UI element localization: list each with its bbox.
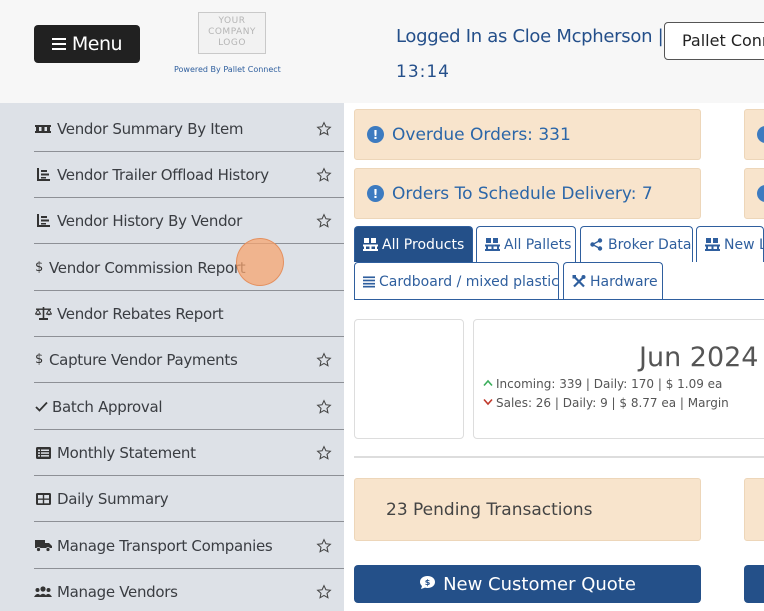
tab-all-products[interactable]: All Products [354, 226, 473, 262]
tab-label: All Products [382, 236, 465, 253]
star-icon[interactable] [316, 212, 332, 229]
orders-to-schedule-alert[interactable]: ! Orders To Schedule Delivery: 7 [354, 168, 701, 219]
tab-new[interactable]: New L [696, 226, 764, 262]
pending-transactions-card[interactable]: 23 Pending Transactions [354, 478, 701, 541]
logged-in-text: Logged In as Cloe Mcpherson | [396, 26, 664, 47]
exclamation-icon: ! [367, 126, 384, 143]
star-icon[interactable] [316, 398, 332, 415]
menu-button[interactable]: Menu [34, 25, 140, 63]
sidebar-item-vendor-rebates-report[interactable]: Vendor Rebates Report [34, 291, 344, 337]
quote-button-partial[interactable] [744, 565, 764, 603]
header-bar: Menu YOUR COMPANY LOGO Powered By Pallet C… [0, 0, 764, 103]
tab-label: Cardboard / mixed plastic [379, 273, 559, 290]
tab-label: Hardware [590, 273, 658, 290]
sidebar-item-monthly-statement[interactable]: Monthly Statement [34, 430, 344, 476]
sidebar-item-label: Manage Vendors [57, 582, 178, 601]
alert-card-partial[interactable] [744, 168, 764, 219]
sidebar-item-vendor-commission-report[interactable]: $ Vendor Commission Report [34, 245, 344, 291]
tab-label: New L [724, 236, 764, 253]
balance-scale-icon [34, 307, 52, 320]
sidebar-item-label: Vendor Rebates Report [57, 304, 224, 323]
incoming-text: Incoming: 339 | Daily: 170 | $ 1.09 ea [496, 377, 723, 391]
menu-label: Menu [71, 33, 123, 55]
dollar-icon: $ [35, 260, 43, 275]
exclamation-icon [757, 126, 764, 143]
clock-time: 13:14 [396, 62, 450, 82]
sidebar-item-label: Vendor History By Vendor [57, 211, 243, 230]
sidebar-item-vendor-trailer-offload-history[interactable]: Vendor Trailer Offload History [34, 152, 344, 198]
tab-cardboard-mixed-plastic[interactable]: Cardboard / mixed plastic [354, 262, 559, 300]
sidebar-item-vendor-history-by-vendor[interactable]: Vendor History By Vendor [34, 198, 344, 244]
new-customer-quote-button[interactable]: $ New Customer Quote [354, 565, 701, 603]
exclamation-icon: ! [367, 185, 384, 202]
svg-text:$: $ [425, 578, 431, 587]
sidebar-item-label: Manage Transport Companies [57, 536, 273, 555]
tab-label: Broker Data [608, 236, 692, 253]
chart-list-icon [34, 168, 52, 181]
section-divider [354, 456, 764, 458]
sales-stat: Sales: 26 | Daily: 9 | $ 8.77 ea | Margi… [483, 396, 729, 410]
sidebar-item-label: Capture Vendor Payments [49, 350, 238, 369]
chart-list-icon [34, 214, 52, 227]
sidebar-item-capture-vendor-payments[interactable]: $ Capture Vendor Payments [34, 337, 344, 383]
sidebar-item-vendor-summary-by-item[interactable]: Vendor Summary By Item [34, 106, 344, 152]
click-indicator [236, 238, 284, 286]
company-select-button[interactable]: Pallet Connect [664, 22, 764, 60]
star-icon[interactable] [316, 537, 332, 554]
pallets-icon [363, 238, 378, 251]
company-logo: YOUR COMPANY LOGO [198, 12, 266, 54]
sidebar-item-label: Batch Approval [52, 397, 163, 416]
tab-label: All Pallets [504, 236, 572, 253]
sidebar-item-manage-vendors[interactable]: Manage Vendors [34, 569, 344, 611]
tab-underline [354, 299, 764, 300]
quote-button-label: New Customer Quote [443, 573, 636, 595]
table-icon [34, 492, 52, 505]
sales-text: Sales: 26 | Daily: 9 | $ 8.77 ea | Margi… [496, 396, 729, 410]
star-icon[interactable] [316, 120, 332, 137]
sidebar: Vendor Summary By Item Vendor Trailer Of… [0, 103, 344, 611]
month-summary-card: Jun 2024 Incoming: 339 | Daily: 170 | $ … [473, 319, 764, 439]
check-icon [34, 401, 48, 412]
exclamation-icon [757, 185, 764, 202]
chevron-up-icon [483, 377, 493, 390]
overdue-orders-text: Overdue Orders: 331 [392, 124, 571, 145]
sidebar-item-label: Daily Summary [57, 489, 169, 508]
chat-bubble-icon: $ [419, 574, 436, 595]
sidebar-item-label: Vendor Commission Report [49, 258, 246, 277]
sidebar-item-label: Vendor Trailer Offload History [57, 165, 269, 184]
star-icon[interactable] [316, 583, 332, 600]
pallets-icon [485, 238, 500, 251]
sidebar-item-label: Monthly Statement [57, 443, 196, 462]
tab-broker-data[interactable]: Broker Data [580, 226, 693, 262]
sidebar-item-manage-transport-companies[interactable]: Manage Transport Companies [34, 523, 344, 569]
statement-icon [34, 446, 52, 459]
pallet-icon [34, 124, 52, 134]
incoming-stat: Incoming: 339 | Daily: 170 | $ 1.09 ea [483, 377, 723, 391]
users-icon [34, 585, 52, 598]
pending-card-partial[interactable] [744, 478, 764, 541]
truck-icon [34, 539, 52, 552]
chevron-down-icon [483, 396, 493, 409]
star-icon[interactable] [316, 351, 332, 368]
powered-by-text: Powered By Pallet Connect [174, 65, 281, 74]
tools-icon [572, 275, 586, 288]
sidebar-item-daily-summary[interactable]: Daily Summary [34, 476, 344, 522]
month-title: Jun 2024 [639, 342, 759, 373]
hamburger-icon [51, 38, 66, 50]
star-icon[interactable] [316, 166, 332, 183]
sidebar-item-batch-approval[interactable]: Batch Approval [34, 384, 344, 430]
sidebar-item-label: Vendor Summary By Item [57, 119, 244, 138]
alert-card-partial[interactable] [744, 109, 764, 160]
star-icon[interactable] [316, 444, 332, 461]
share-icon [589, 238, 604, 251]
pallets-icon [705, 238, 720, 251]
tab-all-pallets[interactable]: All Pallets [476, 226, 576, 262]
tab-hardware[interactable]: Hardware [563, 262, 663, 300]
dollar-icon: $ [35, 352, 43, 367]
orders-to-schedule-text: Orders To Schedule Delivery: 7 [392, 183, 653, 204]
list-icon [363, 275, 375, 288]
summary-card-empty [354, 319, 464, 439]
overdue-orders-alert[interactable]: ! Overdue Orders: 331 [354, 109, 701, 160]
